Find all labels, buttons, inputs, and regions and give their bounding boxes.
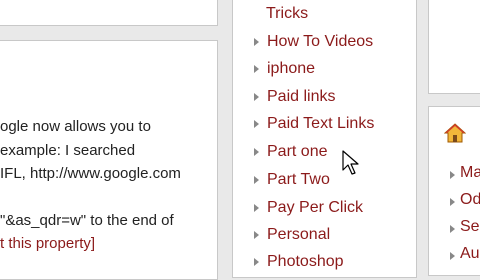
top-left-panel (0, 0, 218, 26)
right-widget-item[interactable]: Au (460, 245, 480, 263)
sidebar-item-tricks[interactable]: Tricks (266, 3, 308, 25)
triangle-right-icon (254, 120, 259, 128)
home-icon (444, 123, 466, 143)
sidebar-item-part-one[interactable]: Part one (254, 141, 327, 163)
sidebar-item-personal[interactable]: Personal (254, 224, 330, 246)
triangle-right-icon (254, 148, 259, 156)
post-text-line: ogle now allows you to (0, 118, 151, 135)
triangle-right-icon (254, 65, 259, 73)
triangle-right-icon (450, 252, 455, 260)
post-property-link[interactable]: t this property] (0, 235, 95, 252)
sidebar-item-label: How To Videos (267, 33, 374, 50)
triangle-right-icon (254, 258, 259, 266)
sidebar-item-paid-links[interactable]: Paid links (254, 86, 335, 108)
triangle-right-icon (254, 93, 259, 101)
sidebar-item-label: Paid links (267, 88, 336, 105)
right-top-panel (428, 0, 480, 94)
sidebar-item-label: Personal (267, 226, 331, 243)
sidebar-item-label: Part Two (267, 171, 330, 188)
sidebar-item-label: Paid Text Links (267, 115, 375, 132)
sidebar-item-label: Part one (267, 143, 328, 160)
post-text-line: example: I searched (0, 142, 136, 159)
sidebar-item-part-two[interactable]: Part Two (254, 169, 330, 191)
right-widget-item[interactable]: Se (460, 218, 480, 236)
triangle-right-icon (450, 225, 455, 233)
right-widget-item[interactable]: Ma (460, 164, 480, 182)
triangle-right-icon (450, 171, 455, 179)
triangle-right-icon (254, 204, 259, 212)
sidebar-item-iphone[interactable]: iphone (254, 58, 315, 80)
post-text-line: "&as_qdr=w" to the end of (0, 212, 174, 229)
mouse-pointer-icon (342, 150, 359, 175)
sidebar-item-paid-text-links[interactable]: Paid Text Links (254, 113, 374, 135)
triangle-right-icon (254, 231, 259, 239)
post-text-line: IFL, http://www.google.com (0, 165, 181, 182)
sidebar-item-how-to-videos[interactable]: How To Videos (254, 31, 373, 53)
sidebar-item-label: Photoshop (267, 253, 344, 270)
triangle-right-icon (254, 38, 259, 46)
sidebar-item-label: iphone (267, 60, 316, 77)
triangle-right-icon (254, 176, 259, 184)
sidebar-item-label: Tricks (266, 5, 309, 22)
right-widget-item[interactable]: Od (460, 191, 480, 209)
sidebar-item-pay-per-click[interactable]: Pay Per Click (254, 197, 363, 219)
triangle-right-icon (450, 198, 455, 206)
sidebar-item-label: Pay Per Click (267, 199, 364, 216)
